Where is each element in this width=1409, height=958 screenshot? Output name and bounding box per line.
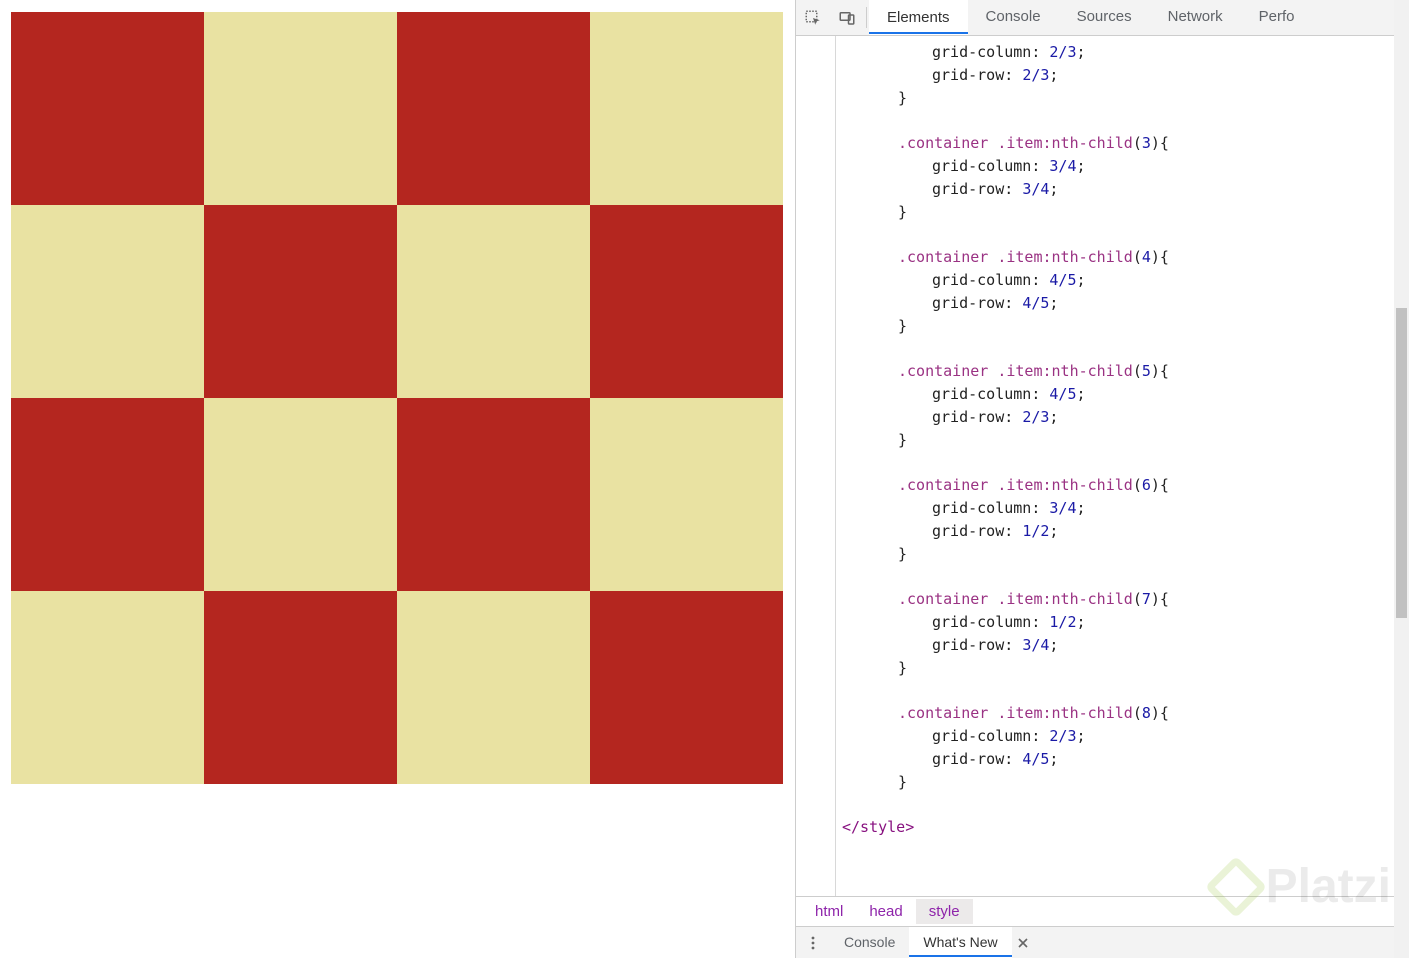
devtools-tab-perfo[interactable]: Perfo bbox=[1241, 0, 1313, 35]
devtools-tab-elements[interactable]: Elements bbox=[869, 0, 968, 35]
devtools-toolbar: ElementsConsoleSourcesNetworkPerfo bbox=[796, 0, 1409, 36]
devtools-tabs: ElementsConsoleSourcesNetworkPerfo bbox=[869, 0, 1409, 35]
page-viewport bbox=[0, 0, 795, 896]
style-source-code[interactable]: grid-column: 2/3;grid-row: 2/3;}.contain… bbox=[836, 36, 1409, 896]
elements-breadcrumb: htmlheadstyle bbox=[796, 896, 1409, 926]
devtools-tab-network[interactable]: Network bbox=[1150, 0, 1241, 35]
checker-grid bbox=[11, 12, 783, 784]
drawer-tabs: ConsoleWhat's New bbox=[830, 927, 1034, 958]
tree-outline-gutter bbox=[796, 36, 836, 896]
grid-square bbox=[397, 12, 590, 205]
devtools-drawer: ConsoleWhat's New bbox=[796, 926, 1409, 958]
grid-square bbox=[204, 591, 397, 784]
grid-square bbox=[590, 591, 783, 784]
breadcrumb-html[interactable]: html bbox=[802, 899, 856, 924]
grid-square bbox=[204, 205, 397, 398]
toggle-device-toolbar-icon[interactable] bbox=[830, 0, 864, 35]
grid-square bbox=[11, 205, 204, 398]
grid-square bbox=[204, 398, 397, 591]
grid-square bbox=[397, 591, 590, 784]
close-icon[interactable] bbox=[1012, 927, 1034, 958]
devtools-panel: ElementsConsoleSourcesNetworkPerfo grid-… bbox=[795, 0, 1409, 958]
scrollbar-thumb[interactable] bbox=[1396, 308, 1407, 618]
grid-square bbox=[204, 12, 397, 205]
drawer-tab-what-s-new[interactable]: What's New bbox=[909, 927, 1011, 958]
grid-square bbox=[590, 205, 783, 398]
grid-square bbox=[397, 205, 590, 398]
toolbar-separator bbox=[866, 7, 867, 28]
grid-square bbox=[590, 12, 783, 205]
scrollbar[interactable] bbox=[1394, 36, 1409, 896]
grid-square bbox=[11, 398, 204, 591]
grid-square bbox=[397, 398, 590, 591]
devtools-tab-console[interactable]: Console bbox=[968, 0, 1059, 35]
drawer-menu-icon[interactable] bbox=[796, 927, 830, 958]
grid-square bbox=[590, 398, 783, 591]
grid-square bbox=[11, 591, 204, 784]
grid-square bbox=[11, 12, 204, 205]
devtools-body: grid-column: 2/3;grid-row: 2/3;}.contain… bbox=[796, 36, 1409, 896]
breadcrumb-head[interactable]: head bbox=[856, 899, 915, 924]
inspect-element-icon[interactable] bbox=[796, 0, 830, 35]
breadcrumb-style[interactable]: style bbox=[916, 899, 973, 924]
drawer-tab-console[interactable]: Console bbox=[830, 927, 909, 958]
devtools-tab-sources[interactable]: Sources bbox=[1059, 0, 1150, 35]
